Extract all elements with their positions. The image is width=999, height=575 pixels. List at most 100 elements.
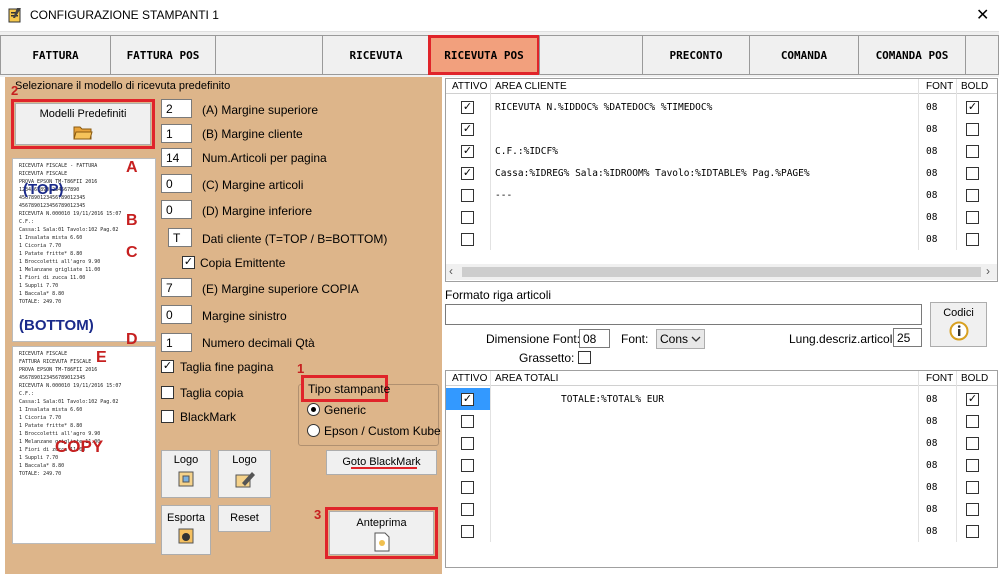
decimali-qta-input[interactable]: 1 xyxy=(161,333,192,352)
tab-empty-3[interactable] xyxy=(965,35,999,75)
bold-checkbox[interactable] xyxy=(966,211,979,224)
attivo-checkbox[interactable]: ✓ xyxy=(461,167,474,180)
cliente-hscroll[interactable]: ‹ › xyxy=(446,264,997,280)
font-cell[interactable]: 08 xyxy=(926,190,937,201)
articoli-format-input[interactable] xyxy=(445,304,922,325)
attivo-checkbox[interactable]: ✓ xyxy=(461,123,474,136)
grid-row[interactable]: ✓ C.F.:%IDCF% 08 xyxy=(446,140,997,162)
grid-row[interactable]: 08 xyxy=(446,228,997,250)
tab-comanda[interactable]: COMANDA xyxy=(749,35,859,75)
tab-preconto[interactable]: PRECONTO xyxy=(642,35,750,75)
bold-checkbox[interactable] xyxy=(966,481,979,494)
attivo-checkbox[interactable] xyxy=(461,481,474,494)
area-text-cell[interactable]: --- xyxy=(495,190,512,201)
attivo-checkbox[interactable] xyxy=(461,233,474,246)
margine-cliente-input[interactable]: 1 xyxy=(161,124,192,143)
grid-row[interactable]: 08 xyxy=(446,206,997,228)
grid-row[interactable]: ✓ 08 xyxy=(446,118,997,140)
attivo-checkbox[interactable] xyxy=(461,503,474,516)
modelli-predefiniti-button[interactable]: Modelli Predefiniti xyxy=(15,103,151,145)
area-text-cell[interactable]: C.F.:%IDCF% xyxy=(495,146,558,157)
scroll-thumb[interactable] xyxy=(462,267,981,277)
area-text-cell[interactable]: RICEVUTA N.%IDDOC% %DATEDOC% %TIMEDOC% xyxy=(495,102,712,113)
attivo-checkbox[interactable] xyxy=(461,415,474,428)
margine-inferiore-input[interactable]: 0 xyxy=(161,200,192,219)
num-articoli-input[interactable]: 14 xyxy=(161,148,192,167)
bold-checkbox[interactable] xyxy=(966,503,979,516)
esporta-button[interactable]: Esporta xyxy=(161,505,211,555)
dati-cliente-input[interactable]: T xyxy=(168,228,192,247)
margine-articoli-input[interactable]: 0 xyxy=(161,174,192,193)
bold-checkbox[interactable] xyxy=(966,415,979,428)
bold-checkbox[interactable] xyxy=(966,525,979,538)
font-cell[interactable]: 08 xyxy=(926,526,937,537)
grid-row[interactable]: --- 08 xyxy=(446,184,997,206)
font-cell[interactable]: 08 xyxy=(926,102,937,113)
font-select[interactable]: Cons xyxy=(656,329,705,349)
grid-row[interactable]: 08 xyxy=(446,454,997,476)
copia-emittente-checkbox[interactable]: ✓ xyxy=(182,256,195,269)
font-cell[interactable]: 08 xyxy=(926,146,937,157)
grid-row[interactable]: 08 xyxy=(446,498,997,520)
margine-superiore-input[interactable]: 2 xyxy=(161,99,192,118)
tab-empty-1[interactable] xyxy=(215,35,323,75)
generic-radio[interactable] xyxy=(307,403,320,416)
attivo-checkbox[interactable]: ✓ xyxy=(461,145,474,158)
font-cell[interactable]: 08 xyxy=(926,482,937,493)
attivo-checkbox[interactable] xyxy=(461,189,474,202)
bold-checkbox[interactable] xyxy=(966,145,979,158)
bold-checkbox[interactable]: ✓ xyxy=(966,101,979,114)
area-text-cell[interactable]: Cassa:%IDREG% Sala:%IDROOM% Tavolo:%IDTA… xyxy=(495,168,810,179)
font-cell[interactable]: 08 xyxy=(926,212,937,223)
anteprima-button[interactable]: Anteprima xyxy=(329,511,434,555)
grid-row[interactable]: 08 xyxy=(446,432,997,454)
bold-checkbox[interactable] xyxy=(966,167,979,180)
font-cell[interactable]: 08 xyxy=(926,394,937,405)
tab-ricevuta-pos[interactable]: RICEVUTA POS xyxy=(428,35,540,75)
bold-checkbox[interactable] xyxy=(966,437,979,450)
close-icon[interactable]: ✕ xyxy=(976,5,989,25)
scroll-right-icon[interactable]: › xyxy=(986,264,990,278)
grid-row[interactable]: 08 xyxy=(446,476,997,498)
grid-row[interactable]: ✓ RICEVUTA N.%IDDOC% %DATEDOC% %TIMEDOC% 0… xyxy=(446,96,997,118)
lung-descriz-input[interactable]: 25 xyxy=(893,328,922,347)
font-cell[interactable]: 08 xyxy=(926,416,937,427)
blackmark-checkbox[interactable] xyxy=(161,410,174,423)
goto-blackmark-button[interactable]: Goto BlackMark xyxy=(326,450,437,475)
margine-copia-input[interactable]: 7 xyxy=(161,278,192,297)
attivo-checkbox[interactable]: ✓ xyxy=(461,393,474,406)
tab-fattura-pos[interactable]: FATTURA POS xyxy=(110,35,216,75)
dimensione-font-input[interactable]: 08 xyxy=(579,329,610,348)
logo-button-1[interactable]: Logo xyxy=(161,450,211,498)
bold-checkbox[interactable] xyxy=(966,233,979,246)
font-cell[interactable]: 08 xyxy=(926,124,937,135)
attivo-checkbox[interactable] xyxy=(461,211,474,224)
area-text-cell[interactable]: TOTALE:%TOTAL% EUR xyxy=(561,394,664,405)
bold-checkbox[interactable] xyxy=(966,459,979,472)
font-cell[interactable]: 08 xyxy=(926,234,937,245)
bold-checkbox[interactable]: ✓ xyxy=(966,393,979,406)
codici-button[interactable]: Codici xyxy=(930,302,987,347)
attivo-checkbox[interactable] xyxy=(461,459,474,472)
font-cell[interactable]: 08 xyxy=(926,438,937,449)
taglia-fine-pagina-checkbox[interactable]: ✓ xyxy=(161,360,174,373)
grid-row[interactable]: ✓ TOTALE:%TOTAL% EUR 08 ✓ xyxy=(446,388,997,410)
attivo-checkbox[interactable]: ✓ xyxy=(461,101,474,114)
grid-row[interactable]: ✓ Cassa:%IDREG% Sala:%IDROOM% Tavolo:%IDT… xyxy=(446,162,997,184)
epson-radio[interactable] xyxy=(307,424,320,437)
tab-comanda-pos[interactable]: COMANDA POS xyxy=(858,35,966,75)
font-cell[interactable]: 08 xyxy=(926,168,937,179)
tab-ricevuta[interactable]: RICEVUTA xyxy=(322,35,430,75)
tab-empty-2[interactable] xyxy=(539,35,643,75)
grid-row[interactable]: 08 xyxy=(446,410,997,432)
scroll-left-icon[interactable]: ‹ xyxy=(449,264,453,278)
logo-button-2[interactable]: Logo xyxy=(218,450,271,498)
margine-sinistro-input[interactable]: 0 xyxy=(161,305,192,324)
font-cell[interactable]: 08 xyxy=(926,460,937,471)
grassetto-checkbox[interactable] xyxy=(578,351,591,364)
attivo-checkbox[interactable] xyxy=(461,525,474,538)
grid-row[interactable]: 08 xyxy=(446,520,997,542)
reset-button[interactable]: Reset xyxy=(218,505,271,532)
attivo-checkbox[interactable] xyxy=(461,437,474,450)
font-cell[interactable]: 08 xyxy=(926,504,937,515)
